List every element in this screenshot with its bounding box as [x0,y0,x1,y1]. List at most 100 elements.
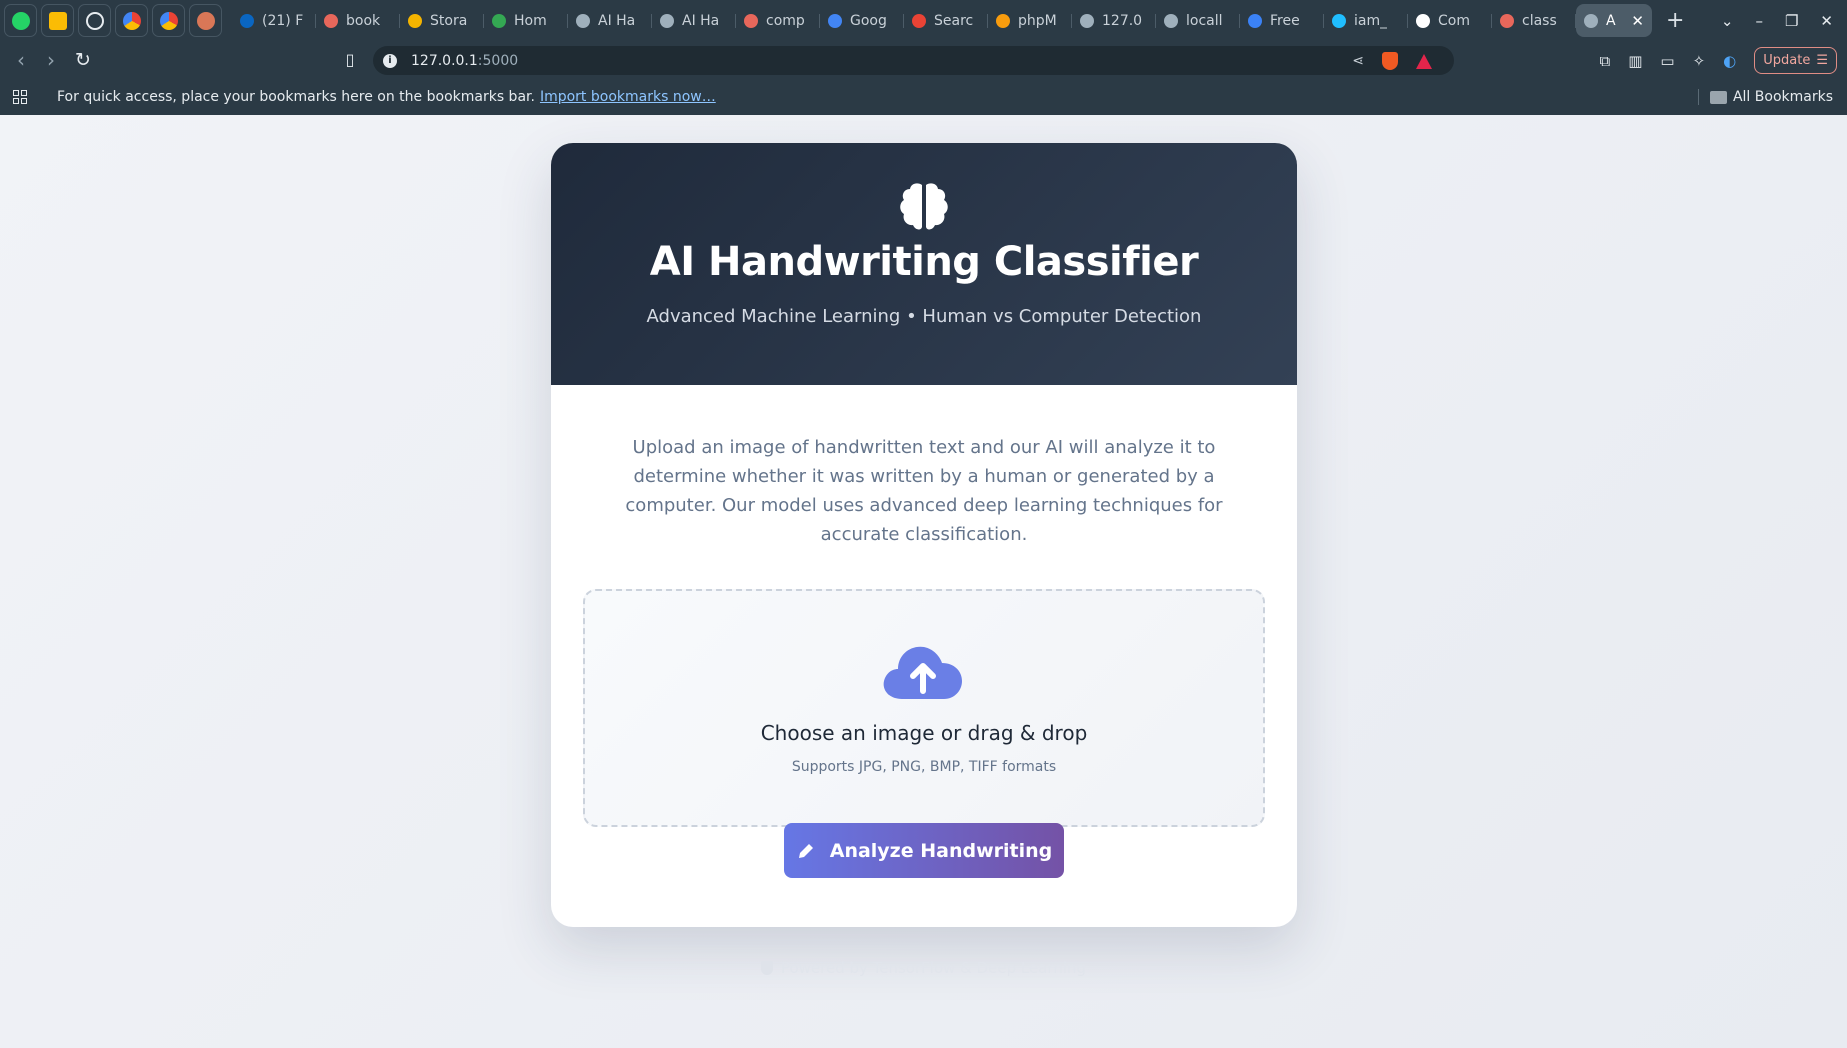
active-tab-label: A [1606,12,1616,29]
url-text[interactable]: 127.0.0.1:5000 [411,53,518,69]
phpmyadmin-icon [996,13,1010,28]
pinned-tab-whatsapp[interactable] [4,4,37,37]
tab-label: (21) F [262,12,304,29]
browser-tab[interactable]: Free [1240,4,1324,37]
minimize-button[interactable]: – [1755,12,1763,30]
browser-tab[interactable]: phpM [988,4,1072,37]
page-title: AI Handwriting Classifier [649,239,1199,285]
tab-label: Goog [850,12,887,29]
tab-label: Searc [934,12,974,29]
tab-strip: (21) F book Stora Hom AI Ha AI Ha comp Goog Sear… [232,0,1652,41]
share-icon[interactable]: ⋖ [1352,53,1364,69]
apps-grid-icon[interactable] [13,90,27,104]
browser-tab[interactable]: comp [736,4,820,37]
wallet-icon[interactable]: ▭ [1660,52,1674,70]
google-cloud-icon [828,13,842,28]
tab-label: Hom [514,12,547,29]
pinned-tab-chatgpt[interactable] [78,4,111,37]
browser-tab[interactable]: (21) F [232,4,316,37]
close-tab-icon[interactable]: ✕ [1631,12,1644,30]
browser-tab[interactable]: Com [1408,4,1492,37]
claude-icon [196,11,215,30]
browser-tab[interactable]: class [1492,4,1576,37]
bookmarks-bar-message: For quick access, place your bookmarks h… [57,89,535,105]
browser-tab[interactable]: 127.0 [1072,4,1156,37]
google-drive-icon [408,13,422,28]
browser-tab[interactable]: AI Ha [568,4,652,37]
pinned-tab-gcloud-1[interactable] [115,4,148,37]
tab-label: AI Ha [682,12,720,29]
forward-button[interactable]: › [36,48,66,72]
browser-tab[interactable]: Stora [400,4,484,37]
linkedin-icon [240,13,254,28]
new-tab-button[interactable]: + [1666,8,1684,33]
kaggle-k-icon [1332,13,1346,28]
upload-dropzone[interactable]: Choose an image or drag & drop Supports … [583,589,1265,827]
browser-tab[interactable]: locall [1156,4,1240,37]
whatsapp-icon [11,11,30,30]
browser-tab[interactable]: iam_ [1324,4,1408,37]
reload-button[interactable]: ↻ [68,49,98,71]
cloud-upload-icon [883,646,962,699]
leo-ai-icon[interactable]: ✧ [1693,52,1706,70]
import-bookmarks-link[interactable]: Import bookmarks now… [540,89,716,105]
browser-tab[interactable]: book [316,4,400,37]
globe-icon [660,13,674,28]
pinned-tabs [0,4,222,37]
brave-page-icon [324,13,338,28]
brave-rewards-icon[interactable] [1416,53,1432,69]
close-window-button[interactable]: ✕ [1820,12,1833,30]
tab-label: locall [1186,12,1223,29]
brave-shields-icon[interactable] [1382,52,1398,70]
browser-tab[interactable]: Goog [820,4,904,37]
footer-text: Powered by TensorFlow & Deep Learning [780,959,1087,977]
tab-label: AI Ha [598,12,636,29]
restore-button[interactable]: ❐ [1785,12,1798,30]
card-body: Upload an image of handwritten text and … [551,433,1297,827]
site-info-icon[interactable]: i [383,53,397,68]
extensions-icon[interactable]: ⧉ [1599,52,1610,70]
dropzone-title: Choose an image or drag & drop [760,721,1088,745]
sidebar-icon[interactable]: ▥ [1628,52,1642,70]
footer: Powered by TensorFlow & Deep Learning [0,959,1847,977]
back-button[interactable]: ‹ [6,48,36,72]
all-bookmarks-button[interactable]: All Bookmarks [1709,89,1833,105]
brain-icon [900,183,948,230]
vpn-icon[interactable]: ◐ [1723,52,1736,70]
active-tab[interactable]: A ✕ [1576,4,1652,37]
update-button[interactable]: Update ☰ [1754,47,1837,74]
browser-tab[interactable]: Searc [904,4,988,37]
card-header: AI Handwriting Classifier Advanced Machi… [551,143,1297,385]
browser-tab[interactable]: Hom [484,4,568,37]
shield-icon [760,961,773,975]
brave-page-icon [744,13,758,28]
pinned-tab-claude[interactable] [189,4,222,37]
tab-label: book [346,12,381,29]
pinned-tab-keep[interactable] [41,4,74,37]
window-controls: ⌄ – ❐ ✕ [1721,0,1833,41]
bookmarks-bar: For quick access, place your bookmarks h… [0,79,1847,115]
google-cloud-icon [159,11,178,30]
tab-label: iam_ [1354,12,1388,29]
pinned-tab-gcloud-2[interactable] [152,4,185,37]
analyze-button[interactable]: Analyze Handwriting [784,823,1064,878]
tab-search-chevron-icon[interactable]: ⌄ [1721,12,1734,30]
tab-label: comp [766,12,805,29]
globe-icon [1584,13,1598,28]
folder-icon [1709,90,1727,104]
bookmark-page-icon[interactable]: ▯ [340,50,360,70]
chatgpt-icon [85,11,104,30]
bookmarks-divider [1698,89,1699,105]
browser-tab-bar: (21) F book Stora Hom AI Ha AI Ha comp Goog Sear… [0,0,1847,41]
browser-tab[interactable]: AI Ha [652,4,736,37]
tab-label: 127.0 [1102,12,1143,29]
address-bar[interactable]: i 127.0.0.1:5000 ⋖ [373,46,1454,75]
google-drive-icon [492,13,506,28]
toolbar-right: ⧉ ▥ ▭ ✧ ◐ Update ☰ [1599,47,1837,74]
globe-icon [576,13,590,28]
url-host: 127.0.0.1 [411,52,478,69]
pencil-icon [798,843,813,858]
globe-icon [1080,13,1094,28]
page-subtitle: Advanced Machine Learning • Human vs Com… [646,306,1202,327]
menu-icon: ☰ [1816,53,1828,68]
